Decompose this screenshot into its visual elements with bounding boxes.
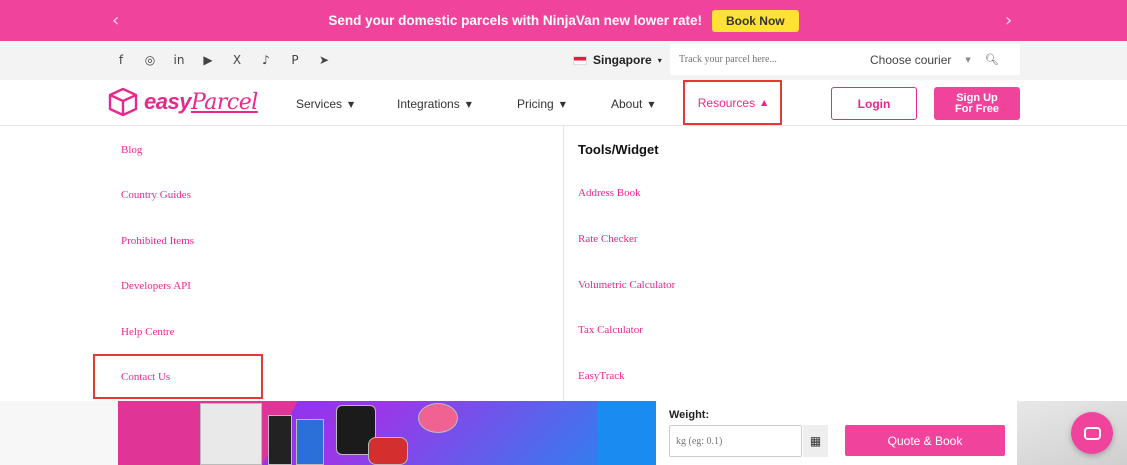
promo-text: Send your domestic parcels with NinjaVan… (328, 13, 702, 28)
logo-text: easyParcel (144, 89, 258, 115)
nav-services[interactable]: Services ▼ (296, 97, 354, 111)
chat-button[interactable] (1071, 412, 1113, 454)
singapore-flag-icon (573, 55, 587, 65)
caret-down-icon[interactable]: ▼ (965, 56, 970, 64)
product-image (296, 419, 324, 465)
track-parcel-input[interactable] (670, 54, 870, 65)
tiktok-icon[interactable]: ♪ (259, 51, 273, 69)
caret-down-icon: ▼ (648, 99, 655, 109)
logo[interactable]: easyParcel (107, 86, 258, 118)
menu-item-easytrack[interactable]: EasyTrack (578, 370, 625, 382)
menu-item-country-guides[interactable]: Country Guides (121, 189, 191, 201)
telegram-icon[interactable]: ➤ (317, 51, 331, 69)
youtube-icon[interactable]: ▶ (201, 51, 215, 69)
caret-down-icon: ▼ (348, 99, 355, 109)
courier-select[interactable]: Choose courier (870, 53, 951, 67)
weight-label: Weight: (669, 409, 710, 421)
nav-resources[interactable]: Resources ▲ (683, 80, 782, 125)
box-icon (108, 87, 138, 117)
contact-us-highlight (93, 354, 263, 399)
nav-about[interactable]: About ▼ (611, 97, 655, 111)
weight-input[interactable] (669, 425, 802, 457)
menu-item-help-centre[interactable]: Help Centre (121, 326, 174, 338)
search-icon[interactable]: 🔍︎ (985, 53, 999, 66)
x-icon[interactable]: X (230, 51, 244, 69)
menu-item-prohibited-items[interactable]: Prohibited Items (121, 235, 194, 247)
book-now-button[interactable]: Book Now (711, 9, 799, 32)
linkedin-icon[interactable]: in (172, 51, 186, 69)
menu-item-rate-checker[interactable]: Rate Checker (578, 233, 638, 245)
menu-item-volumetric-calculator[interactable]: Volumetric Calculator (578, 279, 675, 291)
social-links: f ◎ in ▶ X ♪ P ➤ (114, 51, 331, 69)
main-nav: easyParcel Services ▼ Integrations ▼ Prici… (0, 80, 1127, 126)
menu-divider (563, 126, 564, 401)
caret-down-icon: ▼ (559, 99, 566, 109)
country-selector[interactable]: Singapore ▾ (573, 53, 662, 67)
tools-widget-heading: Tools/Widget (578, 142, 659, 157)
login-button[interactable]: Login (831, 87, 917, 120)
product-image (268, 415, 292, 465)
menu-item-blog[interactable]: Blog (121, 144, 142, 156)
chat-icon (1083, 426, 1101, 440)
chevron-left-icon[interactable]: ‹ (112, 10, 119, 31)
instagram-icon[interactable]: ◎ (143, 51, 157, 69)
promo-bar: ‹ Send your domestic parcels with NinjaV… (0, 0, 1127, 41)
country-label: Singapore (593, 53, 652, 67)
quote-book-button[interactable]: Quote & Book (845, 425, 1005, 456)
chevron-right-icon[interactable]: › (1005, 10, 1012, 31)
signup-button[interactable]: Sign Up For Free (934, 87, 1020, 120)
product-image (368, 437, 408, 465)
track-parcel-box: Choose courier ▼ 🔍︎ (670, 44, 1020, 75)
mascot-image (418, 403, 458, 433)
menu-item-tax-calculator[interactable]: Tax Calculator (578, 324, 643, 336)
menu-item-developers-api[interactable]: Developers API (121, 280, 191, 292)
pinterest-icon[interactable]: P (288, 51, 302, 69)
nav-integrations[interactable]: Integrations ▼ (397, 97, 472, 111)
product-image (200, 403, 262, 465)
caret-up-icon: ▲ (761, 98, 768, 107)
quote-panel: Weight: ▦ Quote & Book (656, 401, 1017, 465)
caret-down-icon: ▼ (465, 99, 472, 109)
nav-pricing[interactable]: Pricing ▼ (517, 97, 566, 111)
chevron-down-icon: ▾ (657, 55, 662, 65)
hero-banner[interactable] (118, 401, 656, 465)
calculator-icon[interactable]: ▦ (803, 425, 828, 457)
facebook-icon[interactable]: f (114, 51, 128, 69)
menu-item-address-book[interactable]: Address Book (578, 187, 641, 199)
